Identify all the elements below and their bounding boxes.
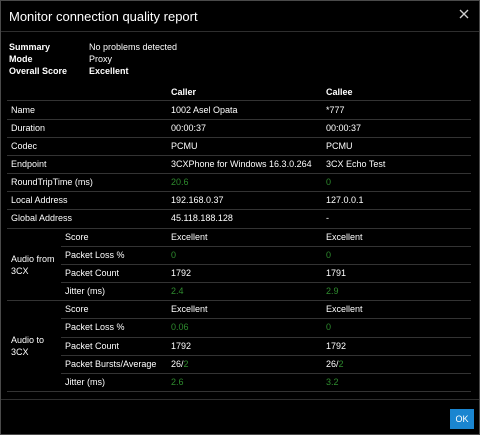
row-label-endpoint: Endpoint	[11, 159, 47, 169]
mode-label: Mode	[9, 54, 33, 64]
row-divider	[61, 373, 471, 374]
audio-from-label-line1: Audio from	[11, 254, 55, 264]
audio-to-jitter-label: Jitter (ms)	[65, 377, 105, 387]
audio-from-caller-jitter: 2.4	[171, 286, 184, 296]
audio-from-caller-packet-loss: 0	[171, 250, 177, 260]
audio-to-group-label: Audio to 3CX	[11, 334, 44, 358]
audio-to-packet-count-label: Packet Count	[65, 341, 120, 351]
row-divider	[7, 228, 471, 229]
row-divider	[7, 209, 471, 210]
bursts-count: 26/	[171, 359, 184, 369]
audio-from-callee-packet-loss: 0	[326, 250, 332, 260]
callee-codec-value: PCMU	[326, 141, 353, 151]
caller-codec-value: PCMU	[171, 141, 198, 151]
callee-duration-value: 00:00:37	[326, 123, 362, 133]
audio-to-label-line2: 3CX	[11, 347, 29, 357]
audio-to-callee-packet-bursts: 26/2	[326, 359, 344, 370]
audio-to-caller-packet-count: 1792	[171, 341, 192, 351]
mode-value: Proxy	[89, 54, 113, 64]
row-divider	[7, 100, 471, 101]
callee-endpoint-value: 3CX Echo Test	[326, 159, 386, 169]
audio-to-callee-packet-count: 1792	[326, 341, 347, 351]
callee-name-value: *777	[326, 105, 345, 115]
audio-to-caller-packet-bursts: 26/2	[171, 359, 189, 370]
bursts-average: 2	[183, 359, 189, 369]
ok-button[interactable]: OK	[450, 409, 474, 429]
audio-from-callee-packet-count: 1791	[326, 268, 347, 278]
audio-to-label-line1: Audio to	[11, 335, 45, 345]
row-label-duration: Duration	[11, 123, 46, 133]
row-label-codec: Codec	[11, 141, 38, 151]
summary-value: No problems detected	[89, 42, 178, 52]
dialog-titlebar: Monitor connection quality report	[1, 1, 479, 31]
row-label-local-address: Local Address	[11, 195, 68, 205]
caller-endpoint-value: 3CXPhone for Windows 16.3.0.264	[171, 159, 312, 169]
caller-name-value: 1002 Asel Opata	[171, 105, 238, 115]
row-divider	[7, 155, 471, 156]
row-divider	[61, 337, 471, 338]
caller-global-address-value: 45.118.188.128	[171, 213, 233, 223]
row-divider	[61, 355, 471, 356]
audio-to-packet-bursts-label: Packet Bursts/Average	[65, 359, 157, 369]
caller-local-address-value: 192.168.0.37	[171, 195, 224, 205]
row-divider	[7, 173, 471, 174]
row-divider	[7, 119, 471, 120]
audio-from-caller-packet-count: 1792	[171, 268, 192, 278]
audio-from-callee-jitter: 2.9	[326, 286, 339, 296]
audio-to-caller-score: Excellent	[171, 304, 208, 314]
audio-to-caller-packet-loss: 0.06	[171, 322, 189, 332]
connection-quality-dialog: Monitor connection quality report Summar…	[0, 0, 480, 435]
close-icon[interactable]	[457, 7, 471, 21]
row-label-roundtrip: RoundTripTime (ms)	[11, 177, 93, 187]
summary-label: Summary	[9, 42, 51, 52]
audio-to-score-label: Score	[65, 304, 89, 314]
row-divider	[7, 191, 471, 192]
audio-from-group-label: Audio from 3CX	[11, 253, 55, 277]
bursts-average: 2	[338, 359, 344, 369]
audio-from-score-label: Score	[65, 232, 89, 242]
overall-score-label: Overall Score	[9, 66, 68, 76]
audio-from-packet-loss-label: Packet Loss %	[65, 250, 125, 260]
callee-local-address-value: 127.0.0.1	[326, 195, 364, 205]
row-divider	[61, 246, 471, 247]
row-label-name: Name	[11, 105, 36, 115]
audio-from-jitter-label: Jitter (ms)	[65, 286, 105, 296]
audio-from-caller-score: Excellent	[171, 232, 208, 242]
callee-column-header: Callee	[326, 87, 353, 97]
audio-from-packet-count-label: Packet Count	[65, 268, 120, 278]
dialog-title: Monitor connection quality report	[9, 9, 198, 24]
audio-to-callee-score: Excellent	[326, 304, 363, 314]
row-divider	[61, 282, 471, 283]
audio-to-packet-loss-label: Packet Loss %	[65, 322, 125, 332]
row-divider	[61, 318, 471, 319]
caller-column-header: Caller	[171, 87, 197, 97]
overall-score-value: Excellent	[89, 66, 129, 76]
callee-global-address-value: -	[326, 213, 329, 223]
caller-roundtrip-value: 20.6	[171, 177, 189, 187]
row-label-global-address: Global Address	[11, 213, 73, 223]
row-divider	[7, 391, 471, 392]
audio-to-callee-packet-loss: 0	[326, 322, 332, 332]
row-divider	[7, 300, 471, 301]
row-divider	[61, 264, 471, 265]
bursts-count: 26/	[326, 359, 339, 369]
audio-to-callee-jitter: 3.2	[326, 377, 339, 387]
callee-roundtrip-value: 0	[326, 177, 332, 187]
caller-duration-value: 00:00:37	[171, 123, 207, 133]
audio-from-label-line2: 3CX	[11, 266, 29, 276]
footer-divider	[1, 399, 479, 400]
row-divider	[7, 137, 471, 138]
title-divider	[1, 31, 479, 32]
audio-to-caller-jitter: 2.6	[171, 377, 184, 387]
audio-from-callee-score: Excellent	[326, 232, 363, 242]
